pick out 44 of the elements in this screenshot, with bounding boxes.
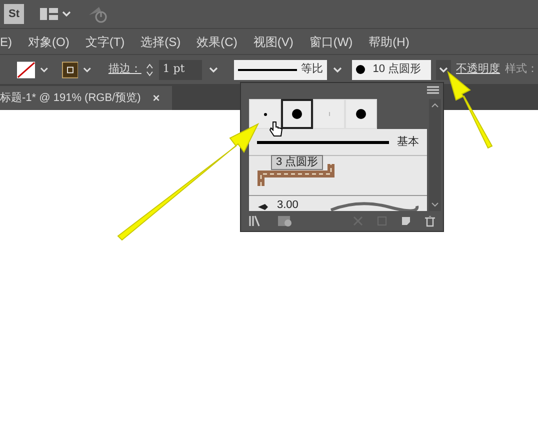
- menu-item[interactable]: 效果(C): [196, 32, 238, 50]
- menu-item[interactable]: 选择(S): [140, 32, 181, 50]
- new-brush-icon[interactable]: [401, 216, 411, 226]
- brush-tip-icon: [257, 203, 269, 211]
- tooltip: 3 点圆形: [271, 155, 324, 170]
- menu-item[interactable]: 文字(T): [85, 32, 125, 50]
- menu-item[interactable]: 帮助(H): [368, 32, 410, 50]
- profile-dropdown[interactable]: 等比: [234, 60, 327, 80]
- brush-swatch[interactable]: [281, 99, 313, 129]
- scrollbar[interactable]: [429, 99, 441, 211]
- close-icon[interactable]: ×: [152, 89, 160, 107]
- hand-cursor-icon: [269, 121, 283, 137]
- style-label: 样式：: [505, 62, 538, 78]
- opacity-label[interactable]: 不透明度: [456, 61, 500, 78]
- caret-icon: [209, 66, 218, 72]
- brush-size: 3.00: [277, 199, 298, 211]
- brush-row[interactable]: 基本: [249, 129, 427, 156]
- caret-icon: [439, 66, 448, 72]
- brush-name: 基本: [397, 134, 419, 150]
- menu-item[interactable]: 对象(O): [28, 32, 70, 50]
- document-tab[interactable]: 标题-1* @ 191% (RGB/预览) ×: [0, 86, 172, 110]
- document-title: 标题-1* @ 191% (RGB/预览): [0, 90, 141, 106]
- caret-icon: [332, 66, 342, 72]
- trash-icon[interactable]: [425, 216, 435, 226]
- caret-icon: [40, 66, 49, 72]
- caret-icon: [83, 66, 92, 72]
- app-logo[interactable]: St: [4, 4, 24, 24]
- brush-dropdown[interactable]: 10 点圆形: [352, 60, 432, 80]
- menu-item[interactable]: 视图(V): [253, 32, 294, 50]
- brush-dropdown-button[interactable]: [436, 60, 452, 80]
- brush-library-icon[interactable]: [277, 215, 293, 227]
- brush-row[interactable]: 3.00: [249, 196, 427, 211]
- menu-item[interactable]: E): [0, 32, 12, 50]
- stepper-icon[interactable]: [146, 62, 154, 78]
- stroke-swatch-icon[interactable]: [62, 60, 78, 78]
- scroll-up-icon[interactable]: [431, 103, 439, 108]
- layout-icon[interactable]: [40, 8, 58, 20]
- panel-menu-icon[interactable]: [427, 86, 439, 96]
- fill-none-swatch-icon[interactable]: [17, 60, 36, 78]
- scroll-down-icon[interactable]: [431, 202, 439, 207]
- stroke-weight-field[interactable]: 1 pt: [158, 60, 202, 80]
- caret-icon: [62, 11, 71, 17]
- stroke-label: 描边：: [108, 62, 142, 78]
- menu-item[interactable]: 窗口(W): [309, 32, 353, 50]
